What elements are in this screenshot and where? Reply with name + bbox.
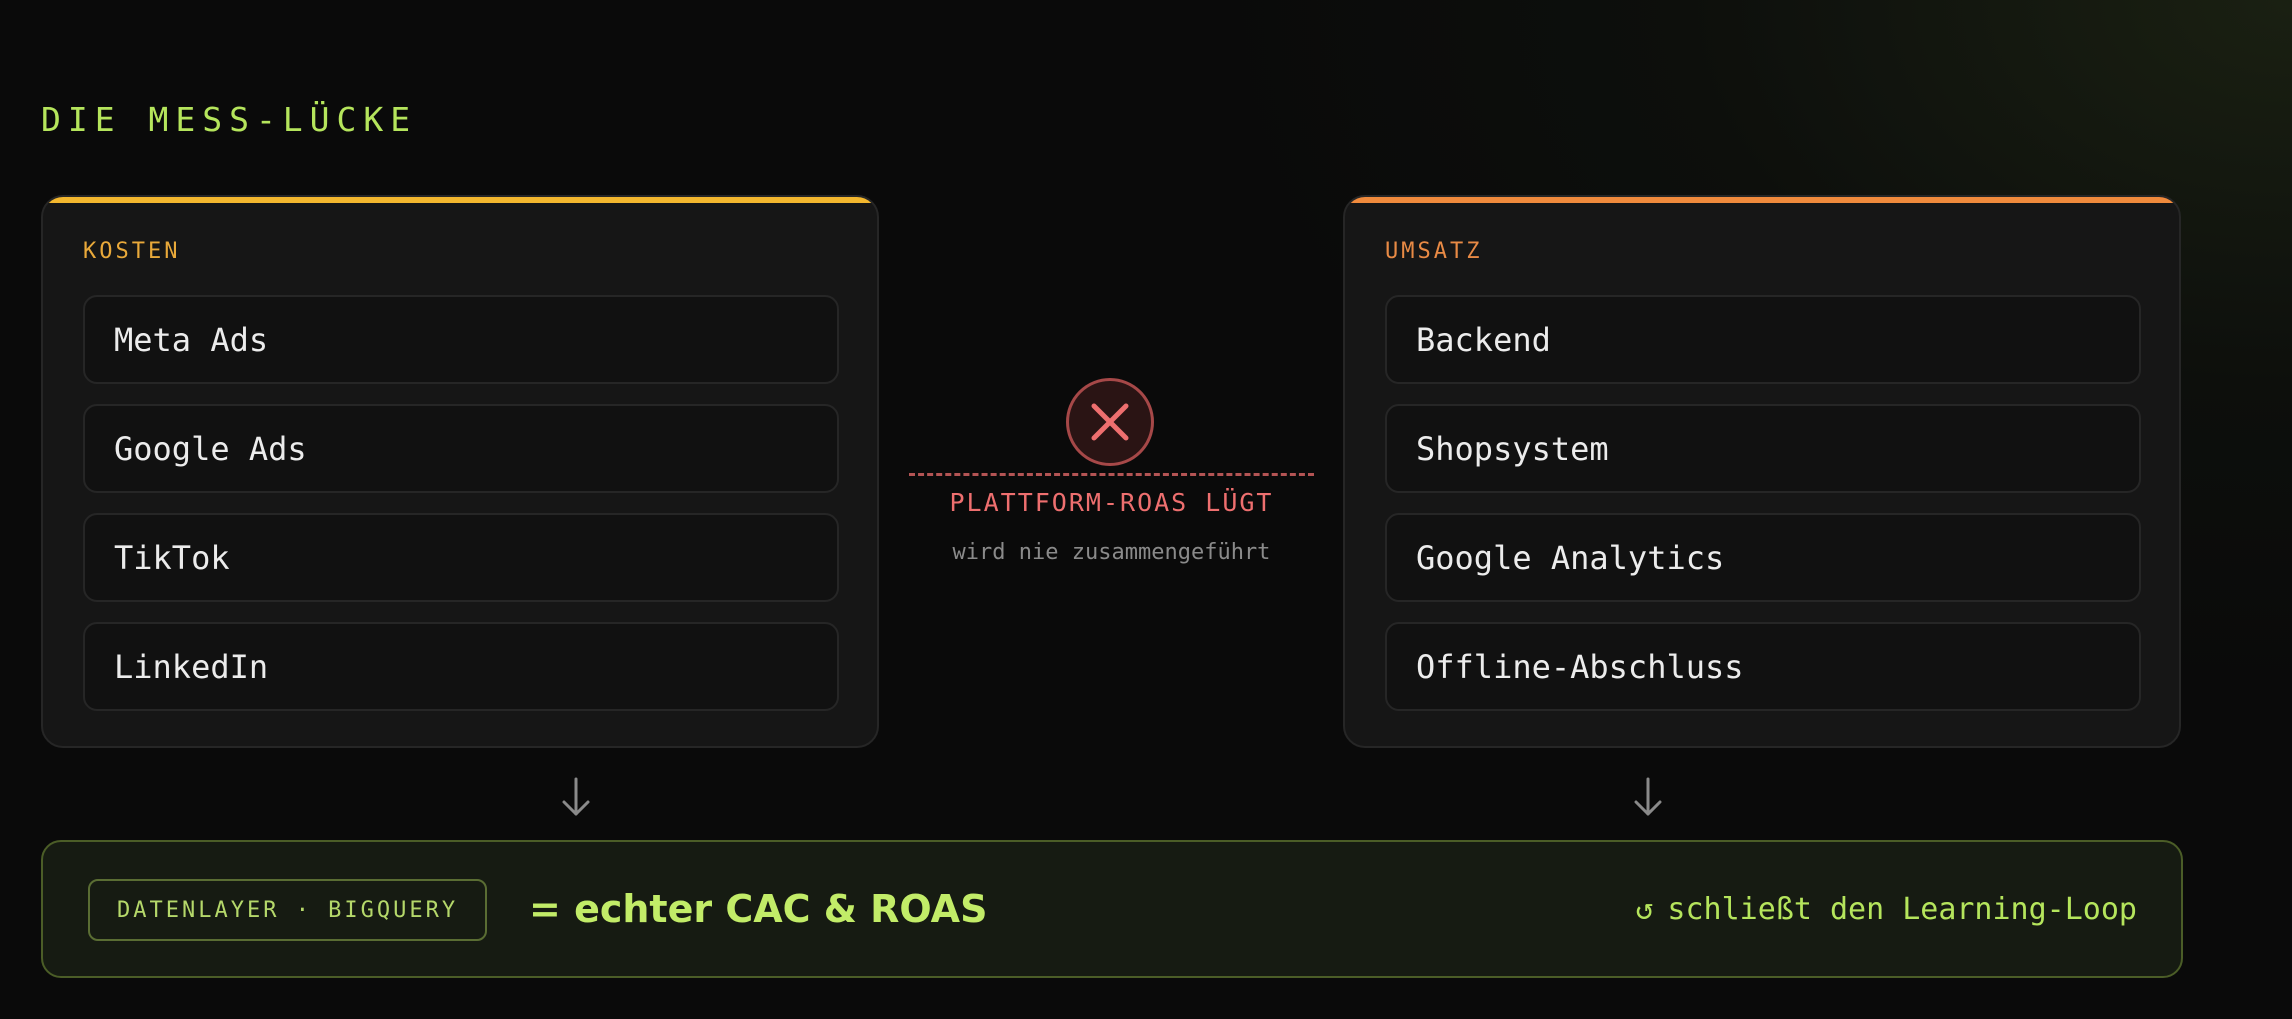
cost-panel-label: KOSTEN <box>83 239 181 264</box>
result-bar: DATENLAYER · BIGQUERY = echter CAC & ROA… <box>41 840 2183 978</box>
revenue-item-google-analytics: Google Analytics <box>1385 513 2141 602</box>
broken-connection-line <box>909 473 1314 476</box>
cost-items: Meta Ads Google Ads TikTok LinkedIn <box>83 295 839 711</box>
result-headline: = echter CAC & ROAS <box>529 887 988 931</box>
cost-item-tiktok: TikTok <box>83 513 839 602</box>
close-x-icon <box>1066 378 1154 466</box>
cost-item-meta-ads: Meta Ads <box>83 295 839 384</box>
revenue-panel-label: UMSATZ <box>1385 239 1483 264</box>
revenue-item-offline-abschluss: Offline-Abschluss <box>1385 622 2141 711</box>
measurement-gap: PLATTFORM-ROAS LÜGT wird nie zusammengef… <box>909 378 1314 578</box>
cost-item-linkedin: LinkedIn <box>83 622 839 711</box>
arrow-down-icon <box>562 777 590 816</box>
datalayer-tag: DATENLAYER · BIGQUERY <box>88 879 488 941</box>
gap-subtitle: wird nie zusammengeführt <box>952 540 1271 565</box>
arrow-down-icon <box>1634 777 1662 816</box>
cost-item-google-ads: Google Ads <box>83 404 839 493</box>
revenue-items: Backend Shopsystem Google Analytics Offl… <box>1385 295 2141 711</box>
learning-loop-text: schließt den Learning-Loop <box>1667 891 2137 927</box>
revenue-item-shopsystem: Shopsystem <box>1385 404 2141 493</box>
section-title: DIE MESS-LÜCKE <box>41 100 418 139</box>
cost-panel: KOSTEN Meta Ads Google Ads TikTok Linked… <box>41 195 879 748</box>
revenue-panel: UMSATZ Backend Shopsystem Google Analyti… <box>1343 195 2181 748</box>
learning-loop-note: ↺ schließt den Learning-Loop <box>1635 842 2137 976</box>
gap-title: PLATTFORM-ROAS LÜGT <box>949 488 1274 517</box>
revenue-item-backend: Backend <box>1385 295 2141 384</box>
loop-arrow-icon: ↺ <box>1635 891 1654 927</box>
